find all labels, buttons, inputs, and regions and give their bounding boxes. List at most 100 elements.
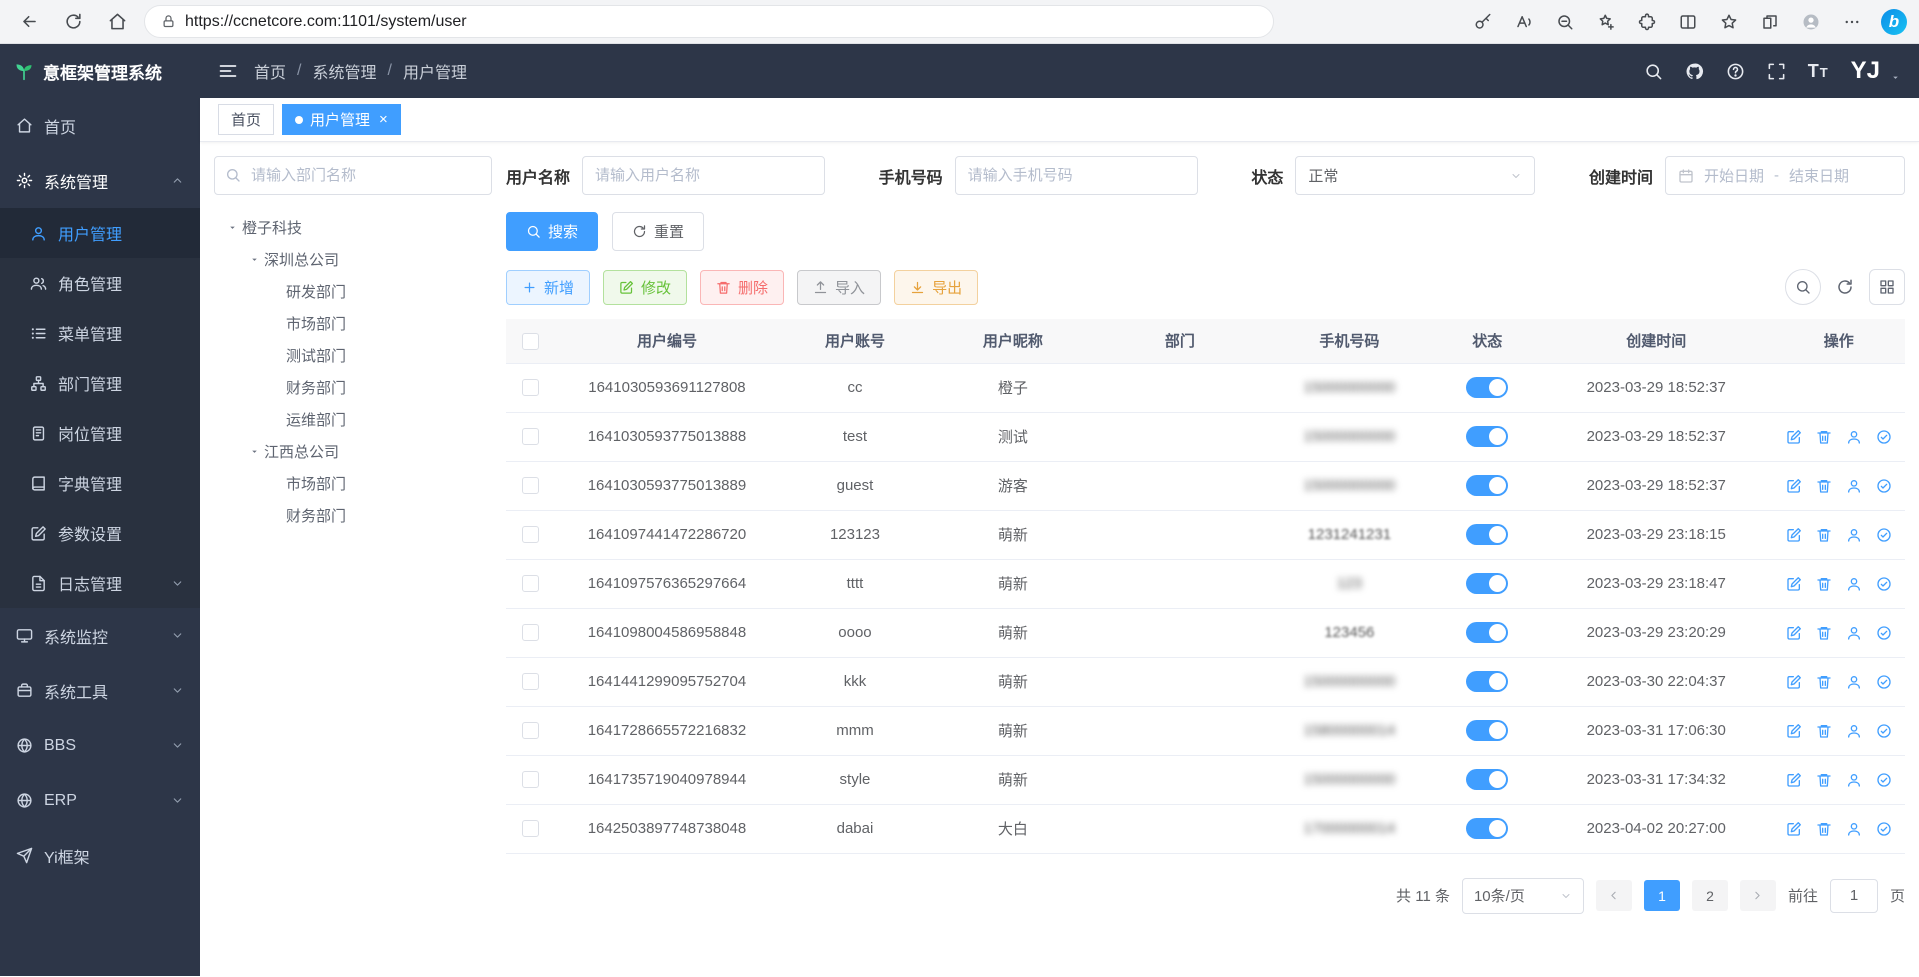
browser-menu-icon[interactable]	[1840, 10, 1864, 34]
delete-user-icon[interactable]	[1816, 674, 1832, 690]
row-checkbox[interactable]	[522, 575, 539, 592]
reset-password-icon[interactable]	[1846, 527, 1862, 543]
tree-node[interactable]: 橙子科技	[214, 211, 492, 243]
phone-input[interactable]	[955, 156, 1198, 195]
status-toggle[interactable]	[1466, 818, 1508, 839]
import-button[interactable]: 导入	[797, 270, 881, 305]
column-settings-icon[interactable]	[1869, 269, 1905, 305]
status-toggle[interactable]	[1466, 671, 1508, 692]
row-checkbox[interactable]	[522, 477, 539, 494]
sidebar-item-dict-mgmt[interactable]: 字典管理	[0, 458, 200, 508]
edit-user-icon[interactable]	[1786, 576, 1802, 592]
delete-user-icon[interactable]	[1816, 576, 1832, 592]
sidebar-item-param-settings[interactable]: 参数设置	[0, 508, 200, 558]
tree-node[interactable]: 运维部门	[214, 403, 492, 435]
add-button[interactable]: 新增	[506, 270, 590, 305]
username-input[interactable]	[582, 156, 825, 195]
edit-user-icon[interactable]	[1786, 723, 1802, 739]
edit-user-icon[interactable]	[1786, 478, 1802, 494]
assign-role-icon[interactable]	[1876, 576, 1892, 592]
close-tab-icon[interactable]: ×	[379, 111, 388, 128]
edit-user-icon[interactable]	[1786, 821, 1802, 837]
browser-back-button[interactable]	[12, 5, 46, 39]
tree-node[interactable]: 市场部门	[214, 307, 492, 339]
github-icon[interactable]	[1685, 62, 1704, 81]
address-bar[interactable]: https://ccnetcore.com:1101/system/user	[144, 5, 1274, 38]
tree-node[interactable]: 测试部门	[214, 339, 492, 371]
delete-user-icon[interactable]	[1816, 723, 1832, 739]
sidebar-item-bbs[interactable]: BBS	[0, 718, 200, 773]
select-all-checkbox[interactable]	[522, 333, 539, 350]
reset-password-icon[interactable]	[1846, 821, 1862, 837]
tree-node[interactable]: 研发部门	[214, 275, 492, 307]
breadcrumb-item-home[interactable]: 首页	[254, 59, 286, 83]
extensions-icon[interactable]	[1635, 10, 1659, 34]
sidebar-item-system-mgmt[interactable]: 系统管理	[0, 153, 200, 208]
status-toggle[interactable]	[1466, 622, 1508, 643]
department-search-input[interactable]	[214, 156, 492, 195]
reset-password-icon[interactable]	[1846, 772, 1862, 788]
app-logo[interactable]: 意框架管理系统	[0, 44, 200, 98]
collections-icon[interactable]	[1758, 10, 1782, 34]
read-aloud-icon[interactable]	[1512, 10, 1536, 34]
page-size-select[interactable]: 10条/页	[1462, 878, 1584, 914]
assign-role-icon[interactable]	[1876, 821, 1892, 837]
user-logo[interactable]: YJ	[1851, 59, 1880, 83]
delete-user-icon[interactable]	[1816, 527, 1832, 543]
delete-user-icon[interactable]	[1816, 625, 1832, 641]
edit-user-icon[interactable]	[1786, 527, 1802, 543]
row-checkbox[interactable]	[522, 673, 539, 690]
search-button[interactable]: 搜索	[506, 212, 598, 251]
browser-home-button[interactable]	[100, 5, 134, 39]
edit-user-icon[interactable]	[1786, 772, 1802, 788]
assign-role-icon[interactable]	[1876, 527, 1892, 543]
sidebar-item-erp[interactable]: ERP	[0, 773, 200, 828]
sidebar-item-post-mgmt[interactable]: 岗位管理	[0, 408, 200, 458]
add-favorite-icon[interactable]	[1594, 10, 1618, 34]
status-toggle[interactable]	[1466, 426, 1508, 447]
row-checkbox[interactable]	[522, 722, 539, 739]
edit-user-icon[interactable]	[1786, 625, 1802, 641]
assign-role-icon[interactable]	[1876, 772, 1892, 788]
browser-refresh-button[interactable]	[56, 5, 90, 39]
sidebar-item-home[interactable]: 首页	[0, 98, 200, 153]
delete-user-icon[interactable]	[1816, 772, 1832, 788]
assign-role-icon[interactable]	[1876, 723, 1892, 739]
reset-password-icon[interactable]	[1846, 478, 1862, 494]
site-permissions-icon[interactable]	[161, 14, 176, 29]
modify-button[interactable]: 修改	[603, 270, 687, 305]
font-size-icon[interactable]: TT	[1808, 61, 1829, 82]
tab-home[interactable]: 首页	[218, 104, 274, 135]
breadcrumb-item-system[interactable]: 系统管理	[312, 59, 376, 83]
tree-node[interactable]: 深圳总公司	[214, 243, 492, 275]
sidebar-item-system-tools[interactable]: 系统工具	[0, 663, 200, 718]
next-page-button[interactable]	[1740, 880, 1776, 911]
delete-user-icon[interactable]	[1816, 478, 1832, 494]
goto-page-input[interactable]	[1830, 879, 1878, 913]
tree-node[interactable]: 江西总公司	[214, 435, 492, 467]
edit-user-icon[interactable]	[1786, 674, 1802, 690]
row-checkbox[interactable]	[522, 771, 539, 788]
password-key-icon[interactable]	[1471, 10, 1495, 34]
status-toggle[interactable]	[1466, 377, 1508, 398]
fullscreen-icon[interactable]	[1767, 62, 1786, 81]
assign-role-icon[interactable]	[1876, 478, 1892, 494]
status-select[interactable]: 正常	[1295, 156, 1535, 195]
tab-user-management[interactable]: 用户管理 ×	[282, 104, 401, 135]
sidebar-item-menu-mgmt[interactable]: 菜单管理	[0, 308, 200, 358]
sidebar-item-role-mgmt[interactable]: 角色管理	[0, 258, 200, 308]
export-button[interactable]: 导出	[894, 270, 978, 305]
delete-user-icon[interactable]	[1816, 821, 1832, 837]
help-icon[interactable]	[1726, 62, 1745, 81]
profile-avatar[interactable]	[1799, 10, 1823, 34]
prev-page-button[interactable]	[1596, 880, 1632, 911]
zoom-out-icon[interactable]	[1553, 10, 1577, 34]
assign-role-icon[interactable]	[1876, 429, 1892, 445]
collapse-sidebar-icon[interactable]	[218, 61, 238, 81]
tree-node[interactable]: 财务部门	[214, 499, 492, 531]
sidebar-item-dept-mgmt[interactable]: 部门管理	[0, 358, 200, 408]
status-toggle[interactable]	[1466, 524, 1508, 545]
reset-password-icon[interactable]	[1846, 674, 1862, 690]
tree-node[interactable]: 市场部门	[214, 467, 492, 499]
row-checkbox[interactable]	[522, 820, 539, 837]
